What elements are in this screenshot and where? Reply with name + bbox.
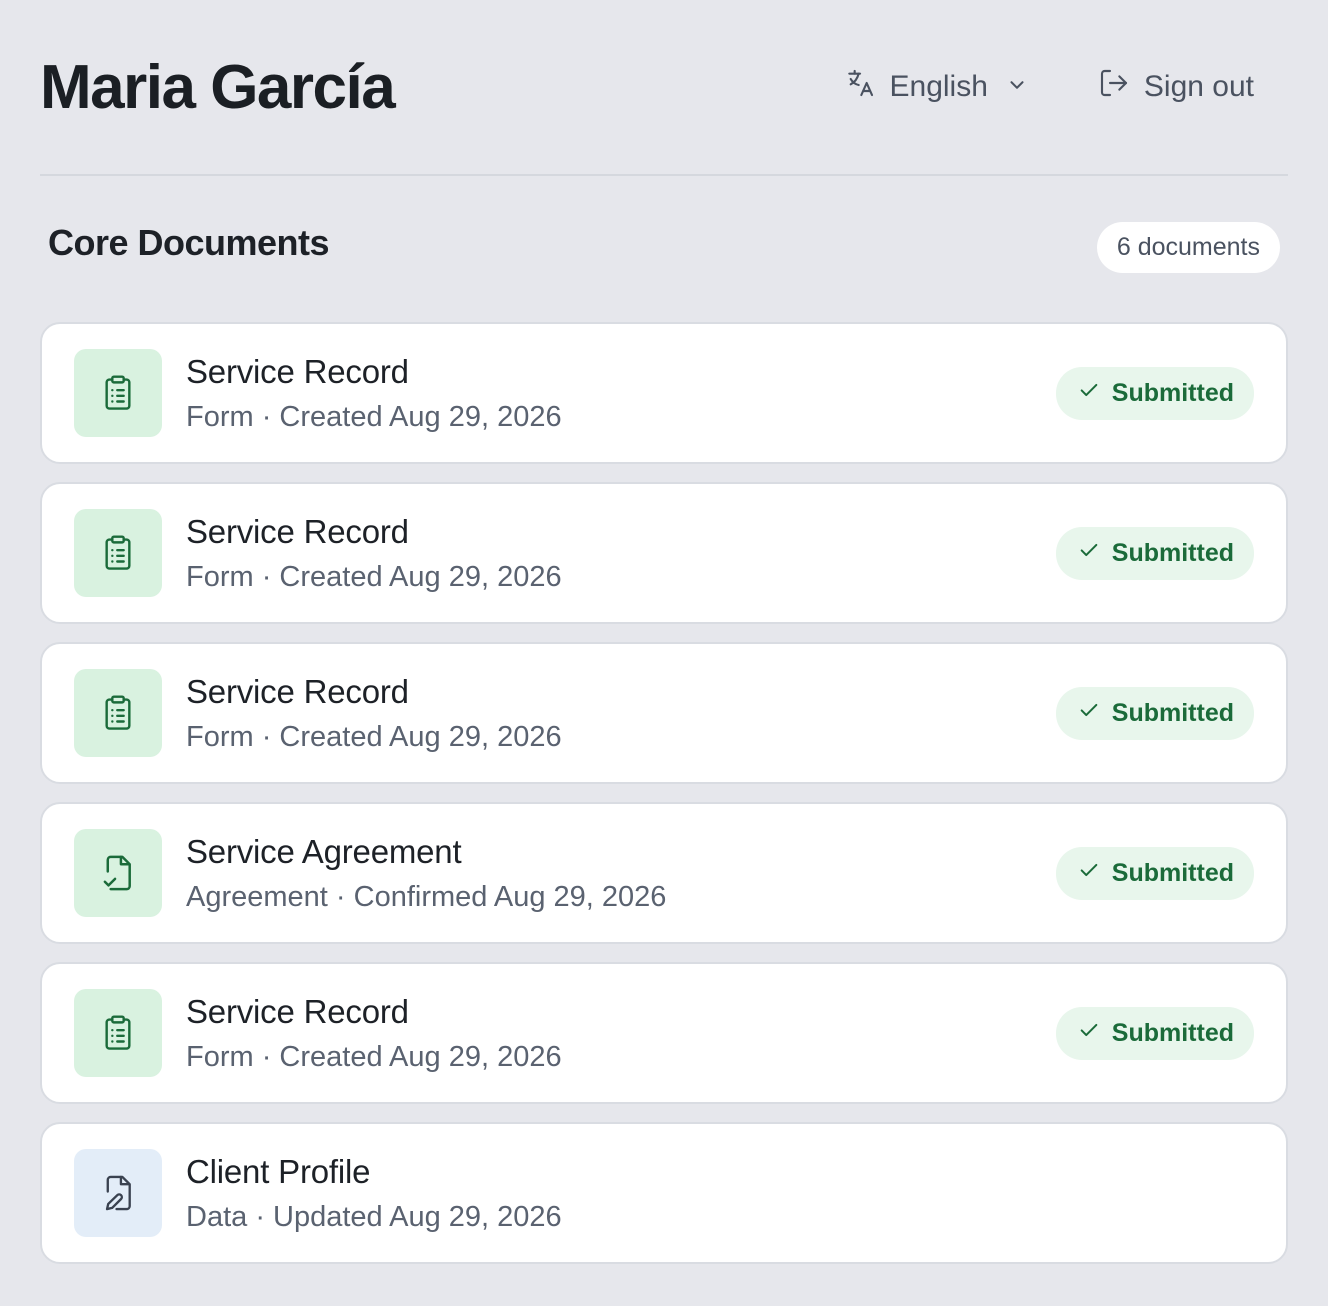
document-text: Service Record Form · Created Aug 29, 202… <box>186 353 1056 434</box>
file-pen-icon <box>74 1149 162 1237</box>
status-label: Submitted <box>1111 858 1234 887</box>
status-badge: Submitted <box>1055 686 1254 740</box>
clipboard-list-icon <box>74 989 162 1077</box>
document-title: Service Record <box>186 352 409 390</box>
document-meta: Form · Created Aug 29, 2026 <box>186 560 562 593</box>
document-card[interactable]: Service Record Form · Created Aug 29, 202… <box>40 322 1288 464</box>
document-meta: Form · Created Aug 29, 2026 <box>186 1040 562 1073</box>
status-label: Submitted <box>1111 538 1234 567</box>
sign-out-label: Sign out <box>1143 70 1254 103</box>
document-card[interactable]: Client Profile Data · Updated Aug 29, 202… <box>40 1122 1288 1264</box>
document-meta: Data · Updated Aug 29, 2026 <box>186 1200 562 1233</box>
header-actions: English Sign out <box>844 67 1289 107</box>
clipboard-list-icon <box>74 509 162 597</box>
status-badge: Submitted <box>1055 1006 1254 1060</box>
log-out-icon <box>1098 67 1130 107</box>
document-title: Service Record <box>186 512 409 550</box>
section-header: Core Documents 6 documents <box>40 176 1288 322</box>
status-badge: Submitted <box>1055 846 1254 900</box>
sign-out-button[interactable]: Sign out <box>1098 67 1254 107</box>
document-card[interactable]: Service Record Form · Created Aug 29, 202… <box>40 962 1288 1104</box>
check-icon <box>1078 1019 1100 1048</box>
document-title: Service Agreement <box>186 832 462 870</box>
status-label: Submitted <box>1111 378 1234 407</box>
check-icon <box>1078 699 1100 728</box>
document-list: Service Record Form · Created Aug 29, 202… <box>40 322 1288 1264</box>
document-title: Service Record <box>186 992 409 1030</box>
status-badge: Submitted <box>1055 366 1254 420</box>
file-check-icon <box>74 829 162 917</box>
check-icon <box>1078 379 1100 408</box>
document-meta: Form · Created Aug 29, 2026 <box>186 720 562 753</box>
document-title: Client Profile <box>186 1152 371 1190</box>
document-title: Service Record <box>186 672 409 710</box>
check-icon <box>1078 859 1100 888</box>
document-card[interactable]: Service Record Form · Created Aug 29, 202… <box>40 642 1288 784</box>
document-meta: Agreement · Confirmed Aug 29, 2026 <box>186 880 667 913</box>
document-text: Client Profile Data · Updated Aug 29, 202… <box>186 1153 1254 1234</box>
document-count-badge: 6 documents <box>1096 221 1280 273</box>
document-text: Service Record Form · Created Aug 29, 202… <box>186 673 1056 754</box>
translate-icon <box>844 67 876 107</box>
document-text: Service Record Form · Created Aug 29, 202… <box>186 513 1056 594</box>
document-meta: Form · Created Aug 29, 2026 <box>186 400 562 433</box>
user-name: Maria García <box>40 52 396 122</box>
document-text: Service Record Form · Created Aug 29, 202… <box>186 993 1056 1074</box>
status-badge: Submitted <box>1055 526 1254 580</box>
document-card[interactable]: Service Agreement Agreement · Confirmed A… <box>40 802 1288 944</box>
page-header: Maria García English Sign out <box>40 0 1288 176</box>
language-label: English <box>889 70 988 103</box>
page: Maria García English Sign out Core Docum… <box>0 0 1328 1306</box>
clipboard-list-icon <box>74 669 162 757</box>
chevron-down-icon <box>1006 70 1028 104</box>
document-card[interactable]: Service Record Form · Created Aug 29, 202… <box>40 482 1288 624</box>
status-label: Submitted <box>1111 1018 1234 1047</box>
check-icon <box>1078 539 1100 568</box>
document-text: Service Agreement Agreement · Confirmed A… <box>186 833 1056 914</box>
section-title: Core Documents <box>48 222 330 263</box>
status-label: Submitted <box>1111 698 1234 727</box>
clipboard-list-icon <box>74 349 162 437</box>
language-select[interactable]: English <box>844 67 1028 107</box>
